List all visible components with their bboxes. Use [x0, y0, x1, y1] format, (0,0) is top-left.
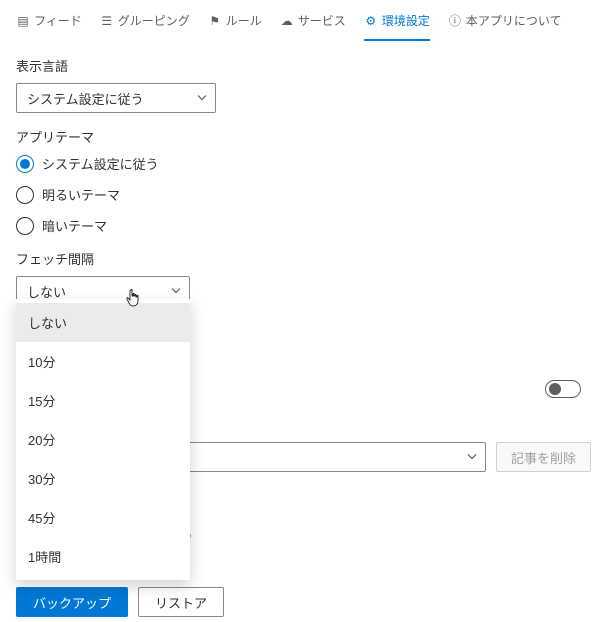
tab-label: ルール	[226, 12, 262, 29]
cloud-icon: ☁	[280, 14, 294, 28]
tab-label: 本アプリについて	[466, 12, 562, 29]
section-theme: アプリテーマ システム設定に従う 明るいテーマ 暗いテーマ	[0, 113, 597, 235]
dropdown-option[interactable]: 15分	[16, 381, 190, 420]
radio-label: 暗いテーマ	[42, 216, 107, 235]
tab-bar: ▤ フィード ☰ グルーピング ⚑ ルール ☁ サービス ⚙ 環境設定 ⓘ 本ア…	[0, 0, 597, 42]
tab-settings[interactable]: ⚙ 環境設定	[364, 12, 430, 41]
chevron-down-icon	[197, 91, 207, 106]
chevron-down-icon	[171, 284, 181, 299]
radio-icon	[16, 155, 34, 173]
radio-label: システム設定に従う	[42, 154, 159, 173]
delete-articles-button[interactable]: 記事を削除	[496, 442, 591, 472]
backup-button[interactable]: バックアップ	[16, 587, 128, 617]
restore-button[interactable]: リストア	[138, 587, 224, 617]
section-title: 表示言語	[16, 56, 581, 75]
tab-label: フィード	[34, 12, 82, 29]
dropdown-option[interactable]: 1時間	[16, 537, 190, 576]
language-select[interactable]: システム設定に従う	[16, 83, 216, 113]
theme-radio-group: システム設定に従う 明るいテーマ 暗いテーマ	[16, 154, 581, 235]
select-value: しない	[27, 282, 66, 301]
section-title: アプリテーマ	[16, 127, 581, 146]
gear-icon: ⚙	[364, 14, 378, 28]
info-icon: ⓘ	[448, 12, 462, 29]
tab-label: 環境設定	[382, 12, 430, 29]
tab-feed[interactable]: ▤ フィード	[16, 12, 82, 41]
button-label: バックアップ	[33, 593, 111, 612]
grid-icon: ▤	[16, 14, 30, 28]
tab-grouping[interactable]: ☰ グルーピング	[100, 12, 190, 41]
tab-label: グルーピング	[118, 12, 190, 29]
select-value: システム設定に従う	[27, 89, 144, 108]
button-label: リストア	[155, 593, 207, 612]
radio-icon	[16, 217, 34, 235]
theme-option-light[interactable]: 明るいテーマ	[16, 185, 581, 204]
dropdown-option[interactable]: 30分	[16, 459, 190, 498]
section-fetch-interval: フェッチ間隔 しない	[0, 235, 597, 306]
tab-label: サービス	[298, 12, 346, 29]
toggle-switch[interactable]	[545, 380, 581, 398]
flag-icon: ⚑	[208, 14, 222, 28]
dropdown-option[interactable]: 45分	[16, 498, 190, 537]
fetch-interval-dropdown: しない 10分 15分 20分 30分 45分 1時間	[16, 299, 190, 580]
section-title: フェッチ間隔	[16, 249, 581, 268]
toggle-knob-icon	[549, 383, 561, 395]
list-icon: ☰	[100, 14, 114, 28]
dropdown-option[interactable]: 10分	[16, 342, 190, 381]
section-language: 表示言語 システム設定に従う	[0, 42, 597, 113]
radio-label: 明るいテーマ	[42, 185, 120, 204]
dropdown-option[interactable]: 20分	[16, 420, 190, 459]
tab-about[interactable]: ⓘ 本アプリについて	[448, 12, 562, 41]
chevron-down-icon	[467, 450, 477, 465]
tab-service[interactable]: ☁ サービス	[280, 12, 346, 41]
theme-option-dark[interactable]: 暗いテーマ	[16, 216, 581, 235]
theme-option-system[interactable]: システム設定に従う	[16, 154, 581, 173]
tab-rule[interactable]: ⚑ ルール	[208, 12, 262, 41]
dropdown-option[interactable]: しない	[16, 303, 190, 342]
radio-icon	[16, 186, 34, 204]
button-label: 記事を削除	[511, 448, 576, 467]
